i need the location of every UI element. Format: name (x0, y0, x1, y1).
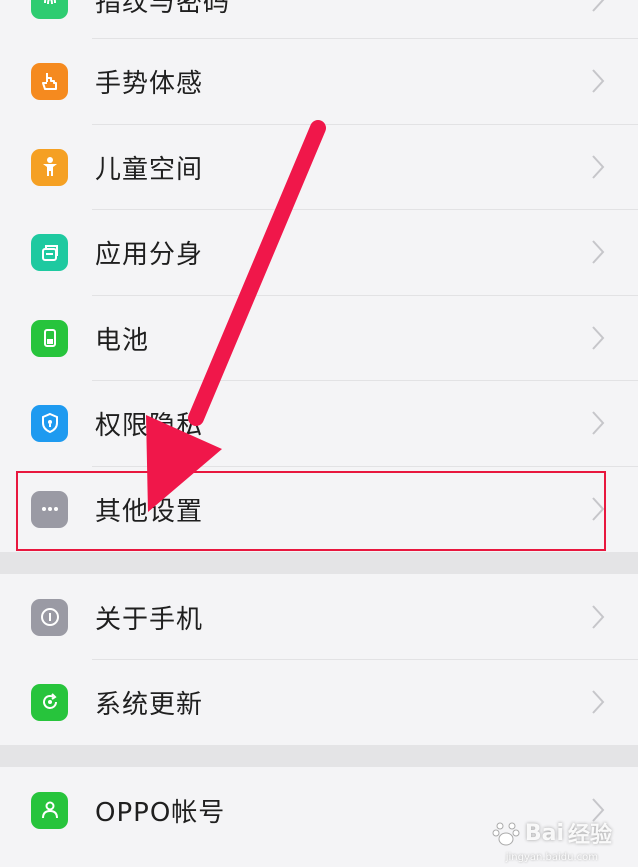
app-clone-icon (31, 233, 68, 271)
chevron-right-icon (592, 605, 605, 629)
settings-item-privacy[interactable]: 权限隐私 (0, 380, 638, 466)
chevron-right-icon (592, 69, 605, 93)
chevron-right-icon (592, 155, 605, 179)
fingerprint-icon (31, 0, 68, 19)
settings-item-system-update[interactable]: 系统更新 (0, 659, 638, 745)
settings-item-label: 电池 (95, 325, 150, 356)
watermark-domain: jingyan.baidu.com (505, 852, 598, 863)
info-icon (31, 598, 68, 636)
chevron-right-icon (592, 240, 605, 264)
watermark-suffix: 经验 (567, 823, 612, 848)
shield-icon (31, 404, 68, 442)
highlight-box (16, 471, 606, 551)
chevron-right-icon (592, 0, 605, 12)
section-gap (0, 552, 638, 574)
baidu-jingyan-watermark: Bai 经验 (491, 817, 612, 849)
settings-item-about-phone[interactable]: 关于手机 (0, 574, 638, 660)
chevron-right-icon (592, 326, 605, 350)
section-gap (0, 745, 638, 767)
settings-item-label: 指纹与密码 (95, 0, 231, 18)
chevron-right-icon (592, 411, 605, 435)
settings-item-battery[interactable]: 电池 (0, 295, 638, 381)
hand-gesture-icon (31, 62, 68, 100)
chevron-right-icon (592, 690, 605, 714)
settings-item-label: 权限隐私 (95, 410, 204, 441)
settings-item-label: 手势体感 (95, 68, 204, 99)
child-icon (31, 148, 68, 186)
settings-item-label: OPPO帐号 (95, 797, 226, 828)
settings-item-label: 关于手机 (95, 604, 204, 635)
settings-item-kids-space[interactable]: 儿童空间 (0, 124, 638, 210)
paw-icon (492, 822, 520, 846)
settings-item-gesture[interactable]: 手势体感 (0, 38, 638, 124)
settings-item-label: 应用分身 (95, 239, 204, 270)
settings-item-label: 儿童空间 (95, 154, 204, 185)
watermark-brand: Bai (524, 820, 564, 846)
battery-icon (31, 319, 68, 357)
update-icon (31, 683, 68, 721)
settings-item-fingerprint[interactable]: 指纹与密码 (0, 0, 638, 43)
settings-item-app-clone[interactable]: 应用分身 (0, 209, 638, 295)
settings-item-label: 系统更新 (95, 689, 204, 720)
account-icon (31, 791, 68, 829)
